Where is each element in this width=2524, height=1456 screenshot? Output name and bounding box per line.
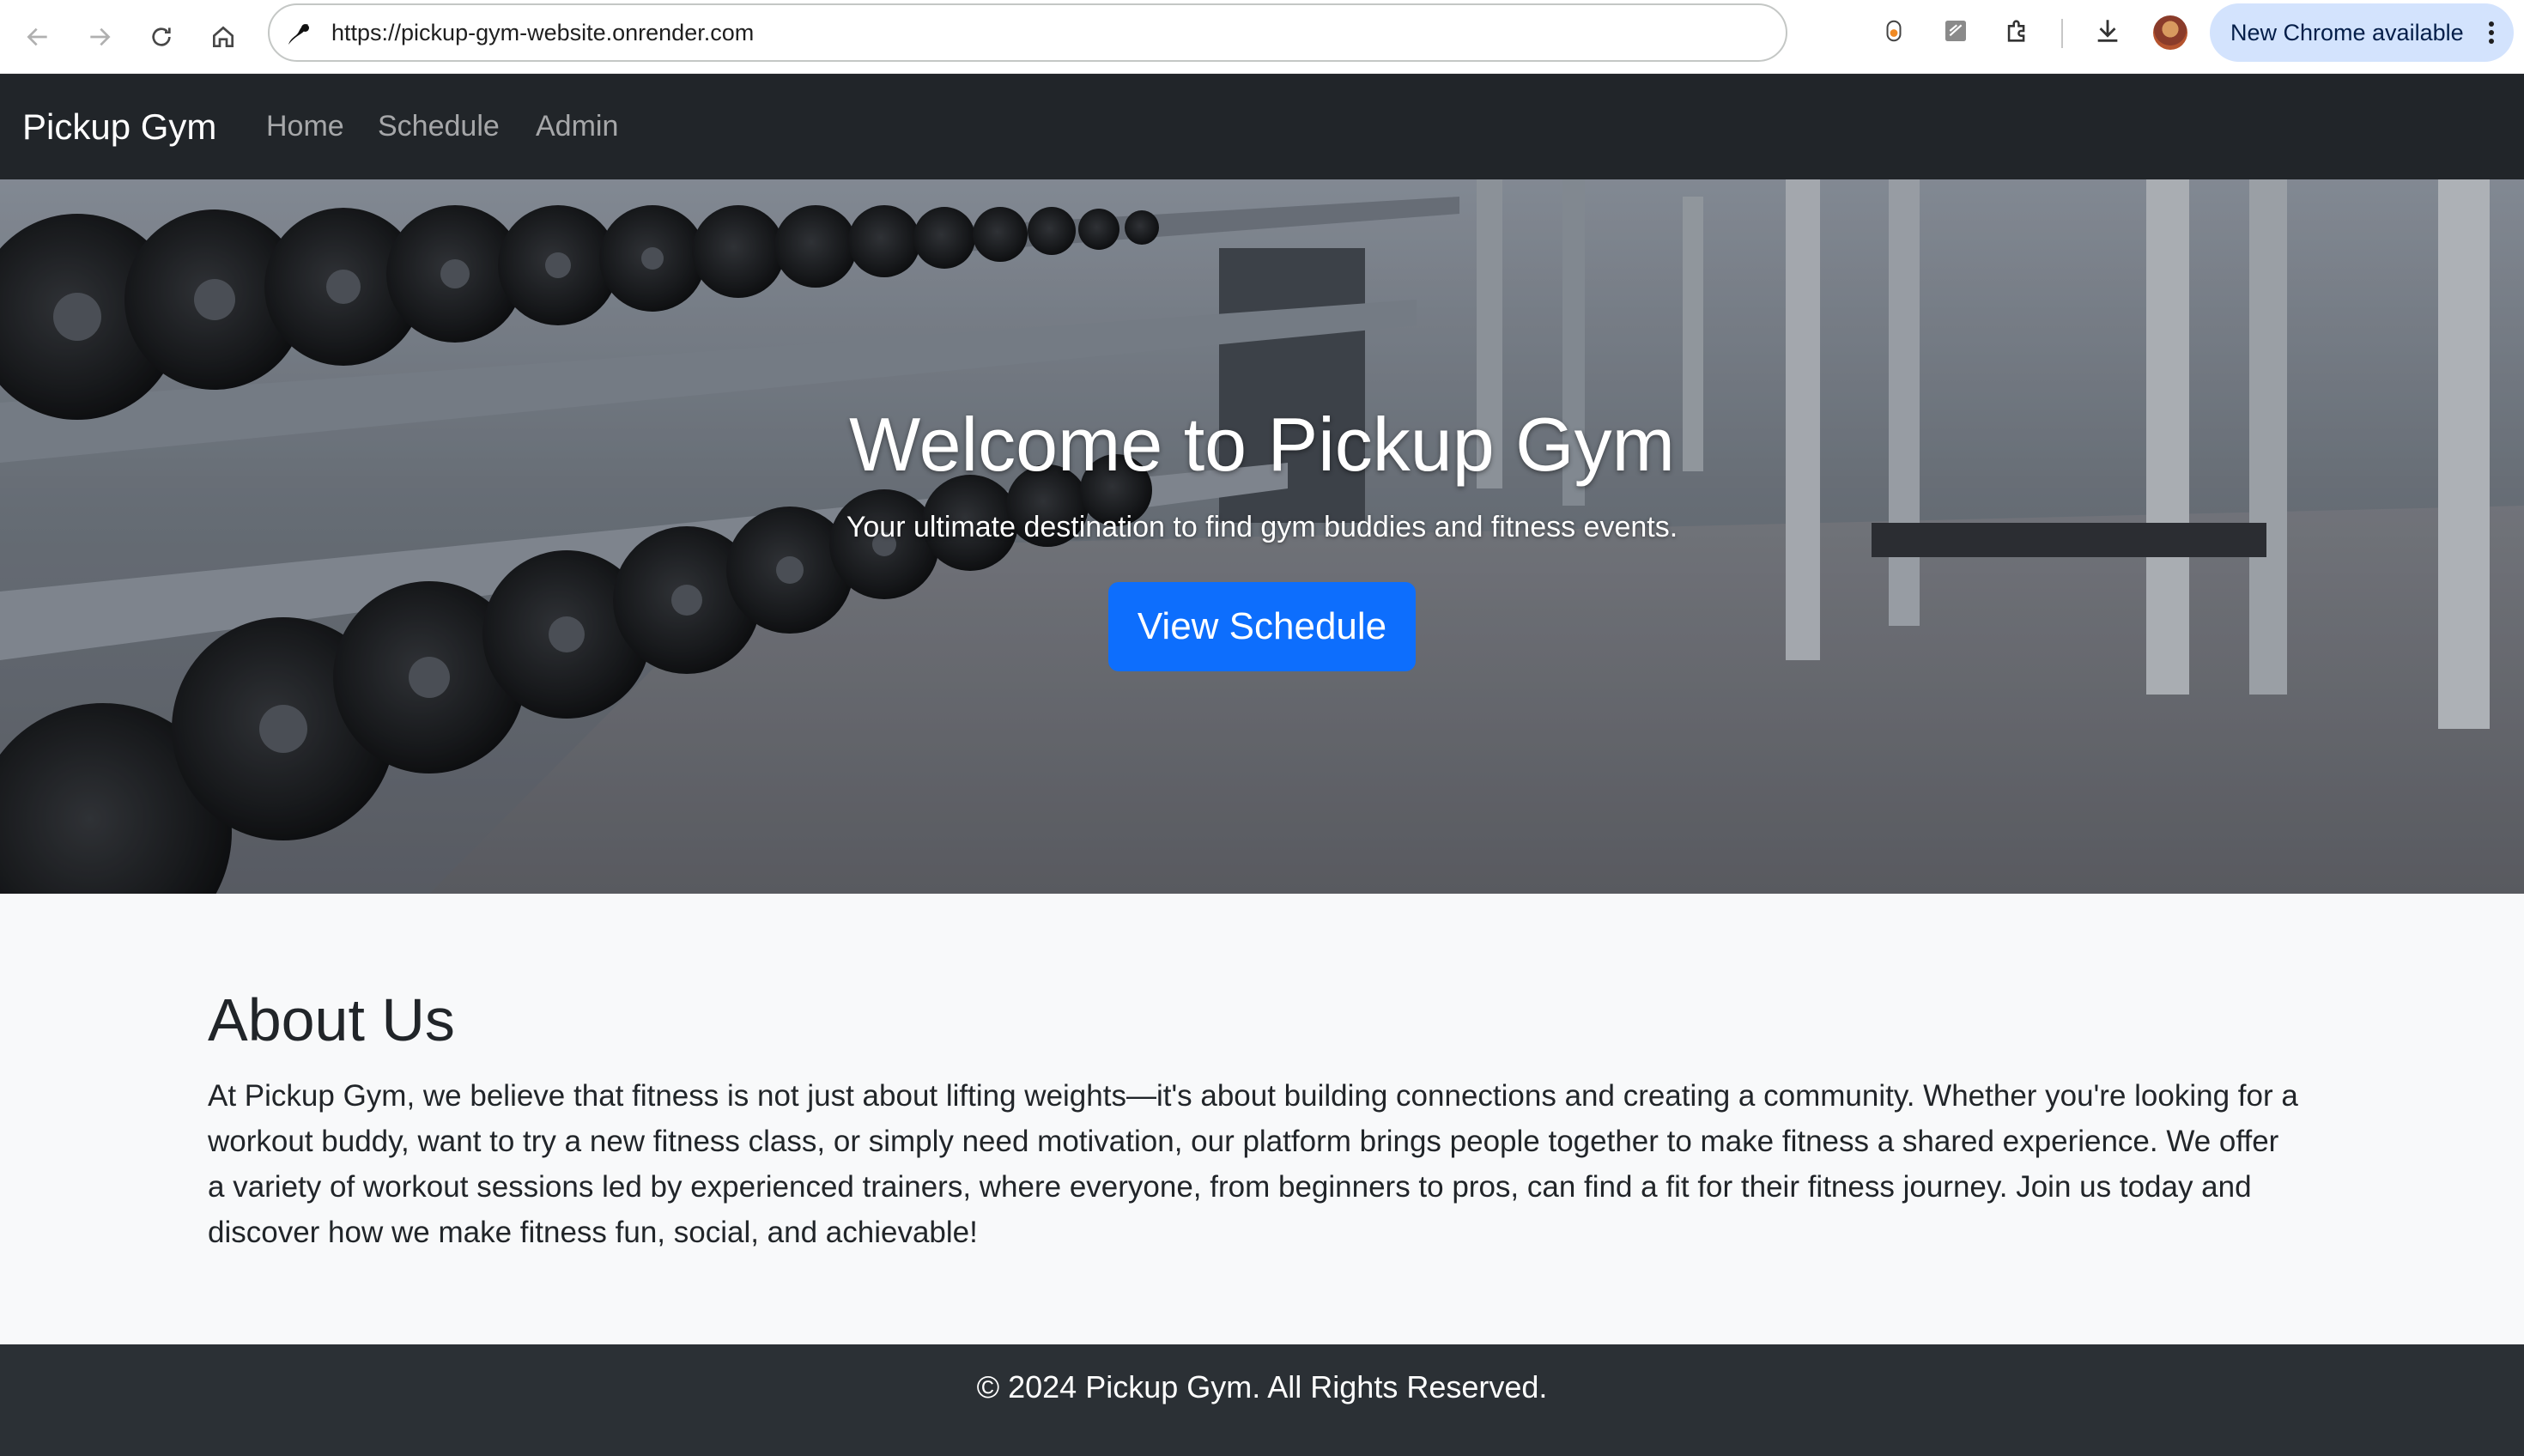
sidebar-extension-icon	[1945, 21, 1966, 41]
update-chrome-button[interactable]: New Chrome available	[2210, 3, 2514, 62]
forward-button[interactable]	[77, 15, 122, 59]
extension-icon	[1886, 20, 1902, 42]
forward-icon	[90, 27, 111, 46]
avatar[interactable]	[2153, 15, 2187, 50]
home-icon	[213, 26, 234, 47]
nav-link-schedule[interactable]: Schedule	[378, 74, 500, 179]
download-icon	[2097, 20, 2118, 42]
puzzle-extensions-icon	[2007, 20, 2025, 42]
about-text: At Pickup Gym, we believe that fitness i…	[208, 1079, 2298, 1249]
site-navbar: Pickup Gym Home Schedule Admin	[0, 74, 2524, 179]
site-info-icon[interactable]	[283, 19, 314, 50]
back-icon	[27, 27, 47, 46]
back-button[interactable]	[15, 15, 60, 59]
view-schedule-button[interactable]: View Schedule	[1108, 582, 1416, 671]
sidebar-extension-button[interactable]	[1939, 14, 1973, 48]
nav-link-admin[interactable]: Admin	[536, 74, 618, 179]
extension-button[interactable]	[1877, 14, 1911, 48]
url-text: https://pickup-gym-website.onrender.com	[331, 20, 755, 46]
hero-section: Welcome to Pickup Gym Your ultimate dest…	[0, 179, 2524, 894]
toolbar-divider	[2061, 19, 2063, 48]
reload-button[interactable]	[139, 15, 184, 59]
reload-icon	[152, 27, 171, 46]
nav-link-home[interactable]: Home	[266, 74, 344, 179]
update-chip-label: New Chrome available	[2230, 20, 2464, 46]
hero-subtitle: Your ultimate destination to find gym bu…	[846, 511, 1678, 543]
brand-link[interactable]: Pickup Gym	[22, 74, 216, 179]
footer-copyright: © 2024 Pickup Gym. All Rights Reserved.	[976, 1369, 1548, 1404]
kebab-menu-icon	[2489, 21, 2494, 44]
extensions-menu-button[interactable]	[2000, 14, 2035, 48]
about-title: About Us	[208, 986, 455, 1053]
home-button[interactable]	[201, 15, 246, 59]
browser-toolbar: https://pickup-gym-website.onrender.com …	[0, 0, 2524, 74]
downloads-button[interactable]	[2090, 14, 2125, 48]
site-footer: © 2024 Pickup Gym. All Rights Reserved.	[0, 1344, 2524, 1456]
address-bar[interactable]: https://pickup-gym-website.onrender.com	[268, 3, 1787, 62]
hero-title: Welcome to Pickup Gym	[849, 402, 1675, 487]
